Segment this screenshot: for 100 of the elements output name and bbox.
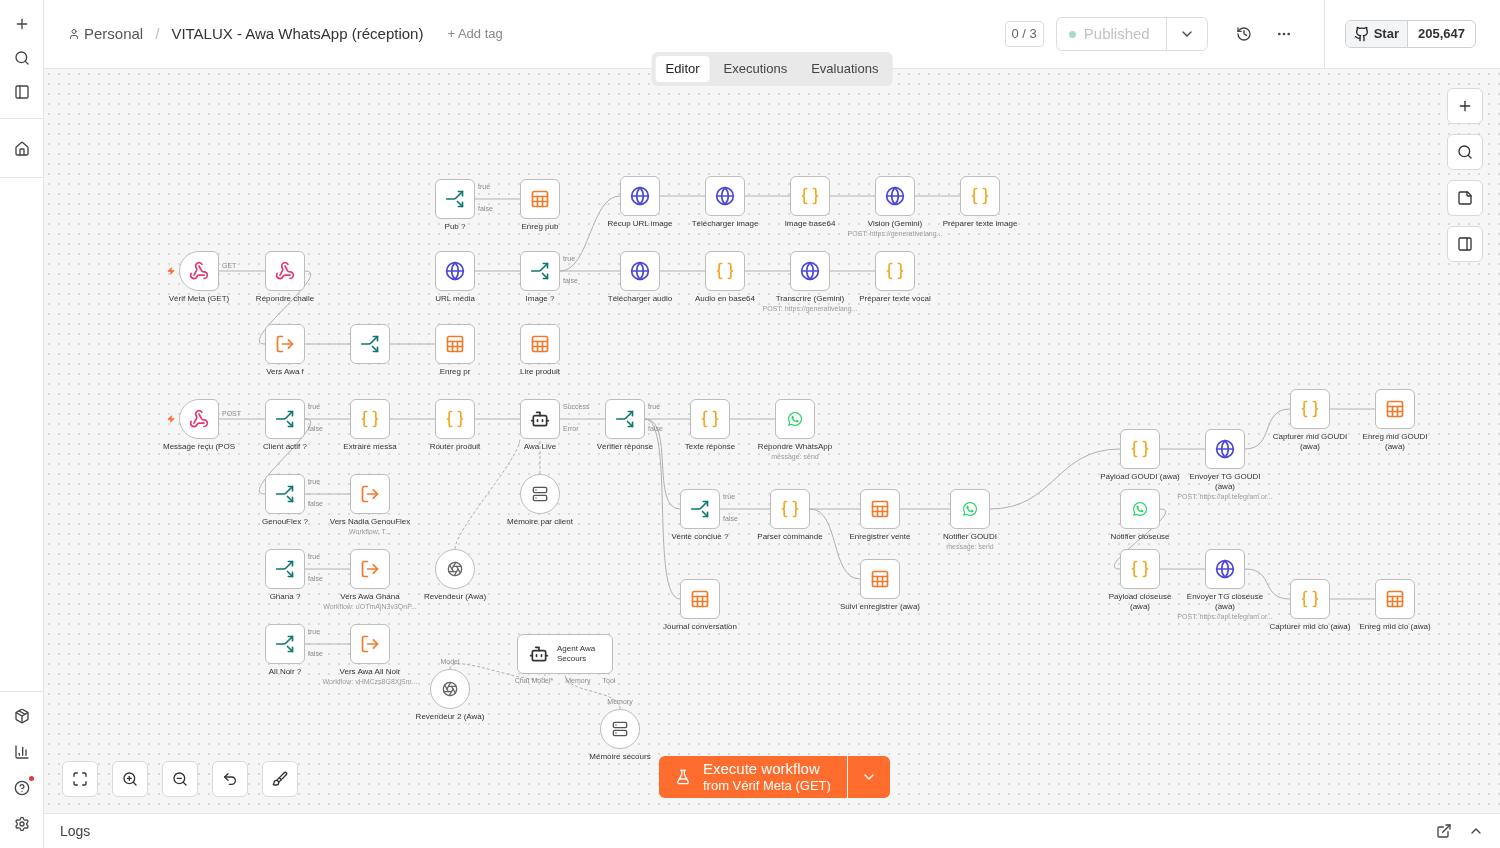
undo-button[interactable] — [212, 761, 248, 797]
view-tab[interactable]: Evaluations — [801, 56, 889, 82]
workflow-node[interactable] — [960, 176, 1000, 216]
workflow-node[interactable] — [1120, 429, 1160, 469]
home-icon[interactable] — [13, 141, 30, 157]
workflow-node[interactable] — [350, 474, 390, 514]
workflow-node[interactable] — [430, 669, 470, 709]
workflow-node[interactable] — [520, 474, 560, 514]
workflow-node[interactable]: Agent Awa Secours — [517, 634, 613, 674]
braces-icon — [1130, 559, 1150, 579]
workflow-node[interactable] — [605, 399, 645, 439]
table-icon — [1385, 589, 1405, 609]
workflow-node[interactable] — [775, 399, 815, 439]
view-tab[interactable]: Editor — [655, 56, 710, 82]
workflow-node[interactable] — [179, 399, 219, 439]
workflow-node[interactable] — [875, 176, 915, 216]
braces-icon — [800, 186, 820, 206]
workflow-node[interactable] — [620, 251, 660, 291]
search-icon[interactable] — [13, 50, 30, 66]
workflow-node[interactable] — [435, 324, 475, 364]
workflow-node[interactable] — [600, 709, 640, 749]
node-label: Payload closeuse (awa) — [1107, 592, 1173, 612]
workflow-node[interactable] — [1120, 549, 1160, 589]
flask-icon — [675, 769, 691, 785]
node-label: Préparer texte image — [942, 219, 1018, 229]
split-arrow-icon — [530, 261, 550, 281]
workflow-node[interactable] — [265, 399, 305, 439]
workflow-node[interactable] — [790, 251, 830, 291]
workflow-node[interactable] — [179, 251, 219, 291]
connector-line — [389, 343, 436, 345]
panel-button[interactable] — [1447, 226, 1483, 262]
connector-line — [744, 270, 791, 272]
braces-icon — [360, 409, 380, 429]
globe-icon — [885, 186, 905, 206]
workflow-node[interactable] — [1375, 579, 1415, 619]
workflow-node[interactable] — [1290, 579, 1330, 619]
split-arrow-icon — [360, 334, 380, 354]
workflow-node[interactable] — [1375, 389, 1415, 429]
workflow-node[interactable] — [435, 399, 475, 439]
workflow-node[interactable] — [875, 251, 915, 291]
view-tab[interactable]: Executions — [713, 56, 798, 82]
zoom-out-button[interactable] — [162, 761, 198, 797]
workflow-node[interactable] — [860, 559, 900, 599]
node-label: Vérif Meta (GET) — [168, 294, 230, 304]
workflow-node[interactable] — [265, 549, 305, 589]
panel-icon[interactable] — [13, 84, 30, 100]
workflow-node[interactable] — [520, 324, 560, 364]
chart-icon[interactable] — [13, 744, 30, 760]
github-icon — [1353, 26, 1370, 42]
workflow-node[interactable] — [1290, 389, 1330, 429]
workflow-node[interactable] — [520, 399, 560, 439]
workflow-node[interactable] — [790, 176, 830, 216]
braces-icon — [1300, 589, 1320, 609]
add-tag-link[interactable]: + Add tag — [447, 24, 503, 44]
execute-options-button[interactable] — [847, 756, 890, 798]
workflow-node[interactable] — [350, 549, 390, 589]
cube-icon[interactable] — [13, 708, 30, 724]
workflow-node[interactable] — [520, 251, 560, 291]
workflow-node[interactable] — [435, 251, 475, 291]
workflow-node[interactable] — [265, 251, 305, 291]
workflow-node[interactable] — [265, 324, 305, 364]
workflow-node[interactable] — [1205, 549, 1245, 589]
node-label: Image ? — [525, 294, 555, 304]
zoom-in-button[interactable] — [112, 761, 148, 797]
workflow-node[interactable] — [860, 489, 900, 529]
node-label: Router produit — [429, 442, 481, 452]
workflow-node[interactable] — [350, 324, 390, 364]
workflow-node[interactable] — [350, 399, 390, 439]
workflow-title[interactable]: VITALUX - Awa WhatsApp (réception) — [171, 22, 424, 46]
workflow-node[interactable] — [520, 179, 560, 219]
workflow-node[interactable] — [690, 399, 730, 439]
fit-view-button[interactable] — [62, 761, 98, 797]
search-button[interactable] — [1447, 134, 1483, 170]
workflow-node[interactable] — [265, 474, 305, 514]
workflow-node[interactable] — [435, 179, 475, 219]
workflow-node[interactable] — [680, 579, 720, 619]
connector-line — [559, 418, 606, 420]
sticky-note-button[interactable] — [1447, 180, 1483, 216]
workflow-node[interactable] — [435, 549, 475, 589]
github-star-button[interactable]: Star 205,647 — [1344, 20, 1476, 48]
lightning-icon — [167, 267, 175, 275]
workflow-node[interactable] — [680, 489, 720, 529]
breadcrumb-link[interactable]: Personal — [84, 22, 144, 46]
pop-out-icon[interactable] — [1436, 823, 1452, 839]
logs-label[interactable]: Logs — [60, 820, 91, 842]
workflow-node[interactable] — [705, 176, 745, 216]
history-icon[interactable] — [1235, 26, 1252, 42]
help-icon[interactable] — [13, 780, 30, 796]
workflow-node[interactable] — [350, 624, 390, 664]
workflow-node[interactable] — [770, 489, 810, 529]
workflow-node[interactable] — [950, 489, 990, 529]
workflow-node[interactable] — [1205, 429, 1245, 469]
workflow-node[interactable] — [705, 251, 745, 291]
settings-icon[interactable] — [13, 816, 30, 832]
workflow-node[interactable] — [1120, 489, 1160, 529]
workflow-node[interactable] — [620, 176, 660, 216]
add-node-button[interactable] — [1447, 88, 1483, 124]
braces-icon — [715, 261, 735, 281]
tidy-button[interactable] — [262, 761, 298, 797]
workflow-node[interactable] — [265, 624, 305, 664]
